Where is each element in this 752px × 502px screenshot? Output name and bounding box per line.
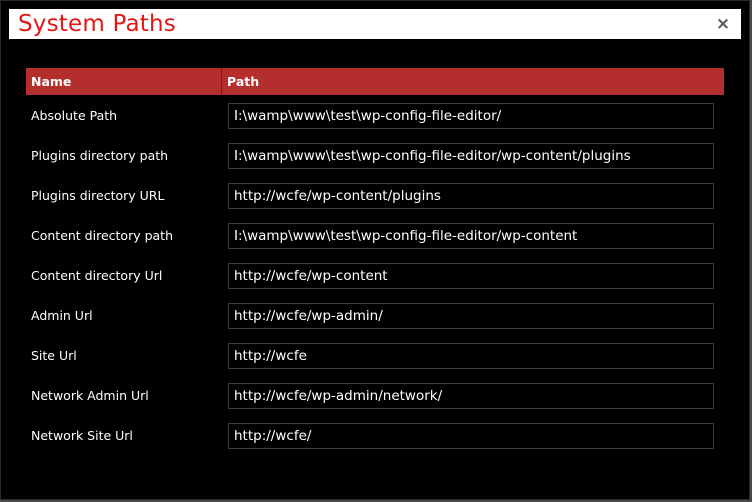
path-field[interactable]: [228, 343, 714, 369]
row-label: Network Admin Url: [31, 388, 149, 403]
table-header: Name Path: [26, 68, 724, 95]
table-row: Plugins directory URL: [26, 183, 724, 211]
table-row: Absolute Path: [26, 103, 724, 131]
row-label: Content directory path: [31, 228, 173, 243]
path-field[interactable]: [228, 263, 714, 289]
path-field[interactable]: [228, 223, 714, 249]
table-row: Network Site Url: [26, 423, 724, 451]
close-icon[interactable]: ×: [714, 14, 732, 34]
path-field[interactable]: [228, 423, 714, 449]
row-label: Content directory Url: [31, 268, 163, 283]
row-label: Plugins directory path: [31, 148, 169, 163]
system-paths-dialog: System Paths × Name Path Absolute Path P…: [0, 0, 750, 500]
row-label: Site Url: [31, 348, 77, 363]
row-label: Absolute Path: [31, 108, 118, 123]
column-header-path: Path: [227, 74, 260, 89]
row-label: Network Site Url: [31, 428, 133, 443]
column-header-name: Name: [31, 74, 72, 89]
path-field[interactable]: [228, 143, 714, 169]
row-label: Plugins directory URL: [31, 188, 165, 203]
path-field[interactable]: [228, 183, 714, 209]
row-label: Admin Url: [31, 308, 93, 323]
dialog-titlebar: System Paths ×: [9, 9, 741, 39]
path-field[interactable]: [228, 103, 714, 129]
table-row: Site Url: [26, 343, 724, 371]
table-row: Admin Url: [26, 303, 724, 331]
dialog-title: System Paths: [18, 11, 176, 37]
path-field[interactable]: [228, 303, 714, 329]
table-row: Network Admin Url: [26, 383, 724, 411]
table-row: Plugins directory path: [26, 143, 724, 171]
path-field[interactable]: [228, 383, 714, 409]
table-row: Content directory Url: [26, 263, 724, 291]
column-divider: [221, 68, 222, 95]
table-row: Content directory path: [26, 223, 724, 251]
